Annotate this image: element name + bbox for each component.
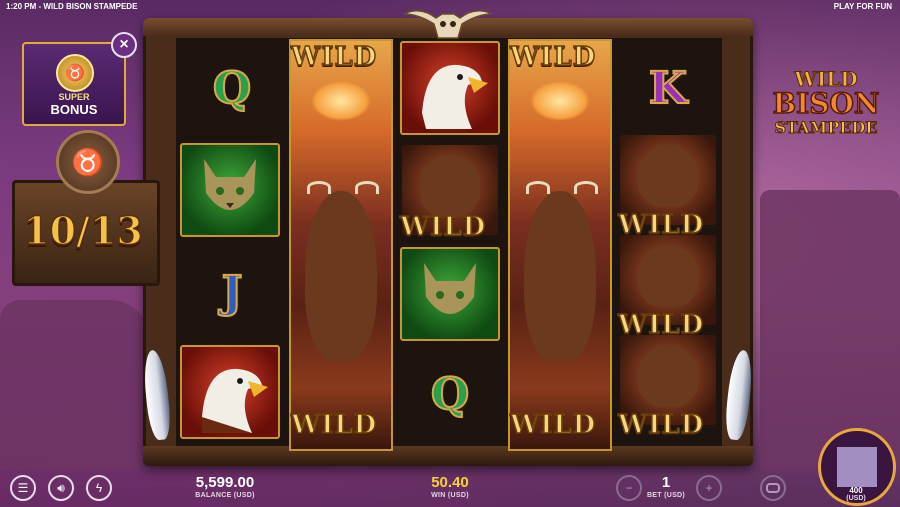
game-logo: WILD BISON STAMPEDE xyxy=(758,68,894,154)
bison-horn xyxy=(307,181,331,194)
reel1-row2 xyxy=(178,142,282,238)
bison-body xyxy=(638,145,698,207)
sound-icon: 🔊︎ xyxy=(57,480,65,495)
close-icon: × xyxy=(119,36,129,53)
bison-body xyxy=(524,191,596,361)
bet-decrease-button[interactable]: − xyxy=(616,475,642,501)
reel1-row4 xyxy=(178,344,282,440)
mesa-right xyxy=(760,190,900,470)
skull-icon xyxy=(403,10,493,39)
autoplay-icon xyxy=(766,483,780,493)
free-spins-counter: ♉ 10/13 xyxy=(12,130,160,288)
minus-icon: − xyxy=(625,481,633,495)
symbol-k: K xyxy=(648,62,688,115)
expanded-wild-reel2 xyxy=(289,39,393,451)
close-button[interactable]: × xyxy=(111,32,137,58)
eagle-symbol xyxy=(180,345,280,439)
super-bonus-line1: SUPER xyxy=(58,92,90,102)
wild-label: WILD xyxy=(290,409,378,441)
sound-button[interactable]: 🔊︎ xyxy=(48,475,74,501)
win-value: 50.40 xyxy=(431,474,469,491)
spin-unit: (USD) xyxy=(846,495,866,502)
eagle-icon xyxy=(202,368,268,433)
super-bonus-line2: BONUS xyxy=(50,102,98,117)
balance-value: 5,599.00 xyxy=(195,474,255,491)
mesa-left xyxy=(0,300,150,470)
lynx-icon xyxy=(204,159,256,210)
bet-label: BET (USD) xyxy=(646,492,686,499)
autoplay-button[interactable] xyxy=(760,475,786,501)
lynx-icon xyxy=(424,263,476,314)
reel1-row1: Q xyxy=(180,40,284,136)
reel5-row1: K xyxy=(616,40,720,136)
play-mode: PLAY FOR FUN xyxy=(833,2,892,11)
reel3-row1 xyxy=(398,40,502,136)
reel-frame-bottom xyxy=(143,446,753,466)
spin-icon xyxy=(837,447,877,487)
bison-body xyxy=(638,345,698,407)
symbol-q: Q xyxy=(430,368,470,421)
wild-label: WILD xyxy=(290,41,378,73)
menu-icon: ☰ xyxy=(17,481,29,495)
expanded-wild-reel4 xyxy=(508,39,612,451)
reel3-row3 xyxy=(398,246,502,342)
symbol-q: Q xyxy=(212,62,252,115)
spin-value: 400 xyxy=(849,486,863,495)
turbo-icon: ϟ xyxy=(95,481,103,495)
bison-body xyxy=(638,245,698,307)
bet-value: 1 xyxy=(661,474,671,491)
bison-medal-icon: ♉ xyxy=(56,130,120,194)
logo-bison: BISON xyxy=(772,87,880,120)
sunset xyxy=(311,81,371,121)
lynx-symbol xyxy=(400,247,500,341)
bison-horn xyxy=(574,181,598,194)
bison-coin-icon: ♉ xyxy=(56,54,94,92)
bet-increase-button[interactable]: + xyxy=(696,475,722,501)
wild-label: WILD xyxy=(399,211,487,243)
bison-body xyxy=(305,191,377,361)
menu-button[interactable]: ☰ xyxy=(10,475,36,501)
balance-label: BALANCE (USD) xyxy=(195,492,255,499)
bison-horn xyxy=(526,181,550,194)
bison-body xyxy=(420,155,480,217)
super-bonus-panel[interactable]: ♉ SUPER BONUS xyxy=(22,42,126,126)
wild-label: WILD xyxy=(509,409,597,441)
plus-icon: + xyxy=(705,481,713,495)
reel3-row4: Q xyxy=(398,346,502,442)
logo-stampede: STAMPEDE xyxy=(774,118,878,138)
lynx-symbol xyxy=(180,143,280,237)
eagle-icon xyxy=(422,64,488,129)
win-label: WIN (USD) xyxy=(431,492,469,499)
reel1-row3: J xyxy=(180,244,284,340)
control-bar: ☰ 🔊︎ ϟ 5,599.00 BALANCE (USD) 50.40 WIN … xyxy=(0,466,900,507)
game-title: 1:20 PM - WILD BISON STAMPEDE xyxy=(6,2,138,11)
sunset xyxy=(530,81,590,121)
eagle-symbol xyxy=(400,41,500,135)
free-spins-count: 10/13 xyxy=(22,207,143,254)
symbol-j: J xyxy=(221,266,244,319)
wild-label: WILD xyxy=(617,409,705,441)
wild-label: WILD xyxy=(509,41,597,73)
turbo-button[interactable]: ϟ xyxy=(86,475,112,501)
bison-horn xyxy=(355,181,379,194)
